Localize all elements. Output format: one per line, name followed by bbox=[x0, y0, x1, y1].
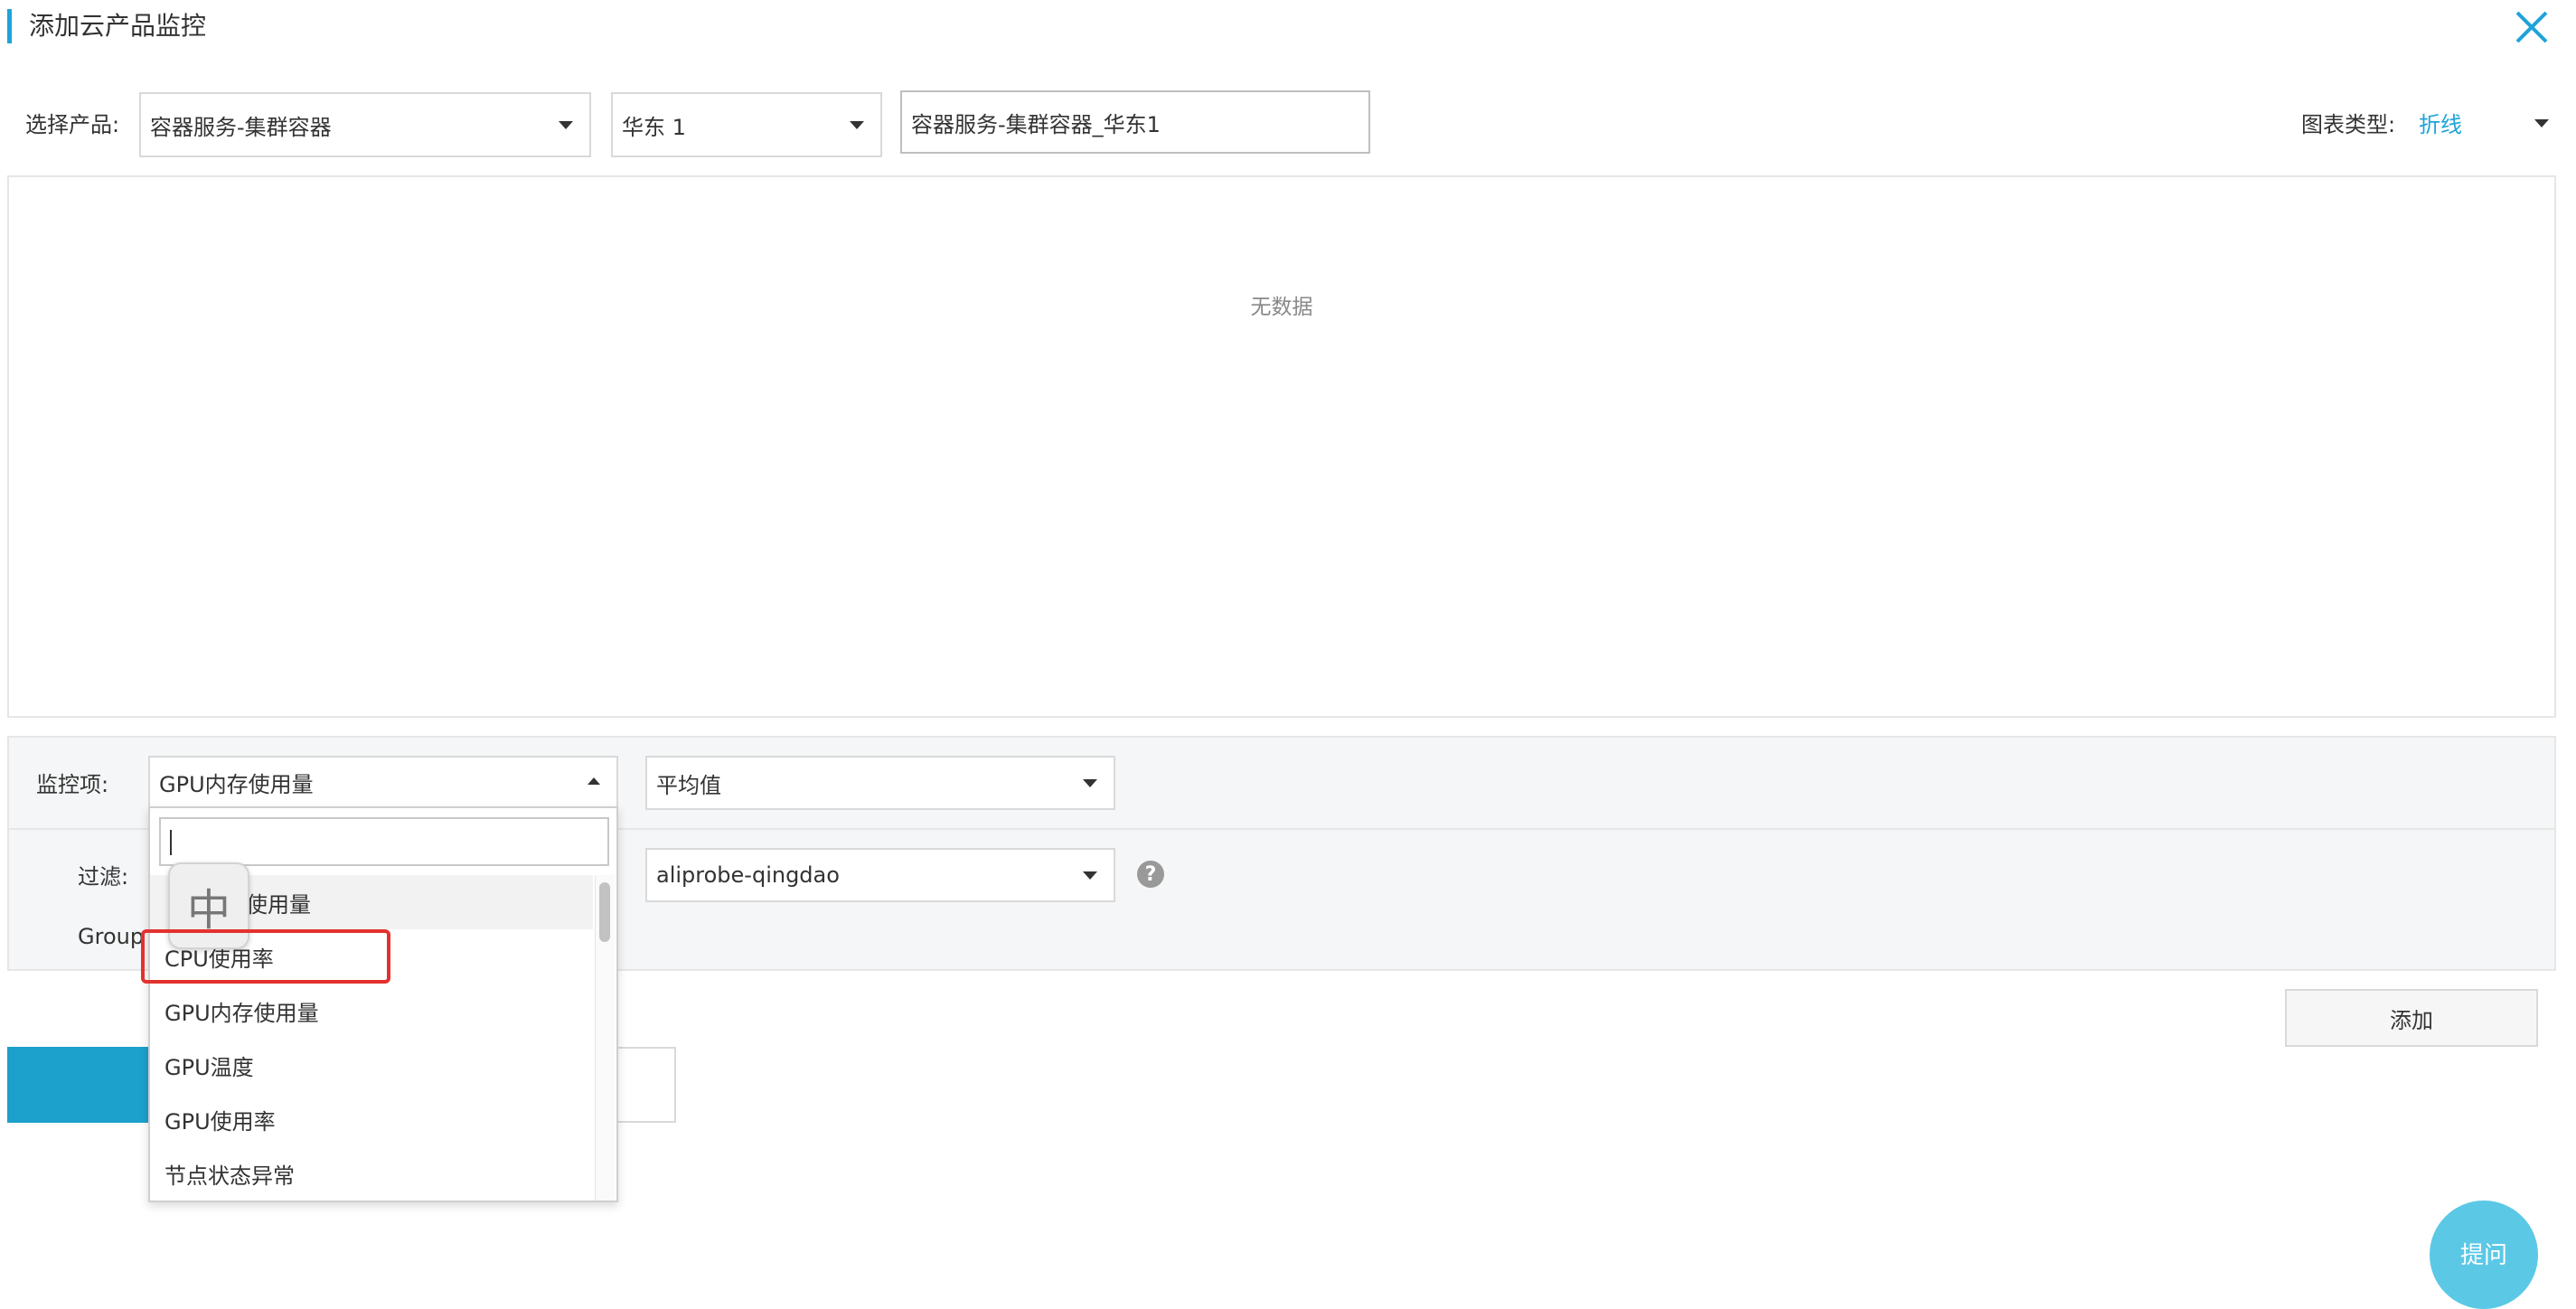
title-accent-bar bbox=[7, 9, 12, 43]
chart-type-label: 图表类型: bbox=[2301, 112, 2396, 137]
chart-type-select[interactable]: 折线 bbox=[2419, 107, 2554, 139]
aggregate-select-value: 平均值 bbox=[656, 772, 721, 798]
filter-select-value: aliprobe-qingdao bbox=[656, 862, 840, 888]
filter-select[interactable]: aliprobe-qingdao bbox=[645, 848, 1115, 902]
no-data-text: 无数据 bbox=[1250, 296, 1313, 319]
dropdown-item-label: 节点状态异常 bbox=[165, 1163, 295, 1189]
group-label: Group bbox=[78, 924, 145, 949]
dropdown-item-node-status-abnormal[interactable]: 节点状态异常 bbox=[150, 1146, 593, 1201]
region-select[interactable]: 华东 1 bbox=[611, 92, 882, 157]
chart-name-input-value: 容器服务-集群容器_华东1 bbox=[911, 111, 1161, 137]
dropdown-item-label: GPU内存使用量 bbox=[165, 1000, 319, 1026]
dropdown-item-gpu-usage-rate[interactable]: GPU使用率 bbox=[150, 1092, 593, 1146]
dropdown-item-gpu-temperature[interactable]: GPU温度 bbox=[150, 1038, 593, 1092]
chevron-down-icon bbox=[1083, 871, 1097, 880]
dropdown-scrollbar-thumb[interactable] bbox=[599, 882, 610, 942]
chevron-down-icon bbox=[2534, 119, 2549, 127]
ask-question-button[interactable]: 提问 bbox=[2430, 1201, 2538, 1309]
aggregate-select[interactable]: 平均值 bbox=[645, 756, 1115, 810]
metric-label: 监控项: bbox=[36, 772, 109, 797]
text-cursor bbox=[170, 830, 172, 855]
product-select[interactable]: 容器服务-集群容器 bbox=[139, 92, 591, 157]
highlight-box bbox=[141, 929, 390, 984]
product-label: 选择产品: bbox=[25, 112, 120, 137]
dialog-title: 添加云产品监控 bbox=[29, 11, 207, 41]
dropdown-item-label: 使用量 bbox=[246, 891, 311, 918]
chevron-down-icon bbox=[1083, 779, 1097, 787]
filter-label: 过滤: bbox=[78, 864, 129, 890]
region-select-value: 华东 1 bbox=[622, 114, 686, 140]
close-icon[interactable] bbox=[2508, 4, 2555, 51]
chevron-down-icon bbox=[850, 121, 864, 129]
dropdown-search-input[interactable] bbox=[159, 817, 609, 866]
dropdown-item-label: GPU使用率 bbox=[165, 1108, 276, 1135]
chart-type-value: 折线 bbox=[2419, 112, 2462, 137]
dropdown-item-gpu-memory-usage[interactable]: GPU内存使用量 bbox=[150, 984, 593, 1038]
metric-select[interactable]: GPU内存使用量 bbox=[148, 756, 618, 808]
chart-preview-area: 无数据 bbox=[7, 175, 2556, 718]
help-icon[interactable]: ? bbox=[1137, 861, 1164, 888]
chevron-up-icon bbox=[588, 777, 600, 785]
chart-name-input[interactable]: 容器服务-集群容器_华东1 bbox=[900, 90, 1370, 154]
product-select-value: 容器服务-集群容器 bbox=[150, 114, 332, 140]
chevron-down-icon bbox=[559, 121, 573, 129]
add-button[interactable]: 添加 bbox=[2285, 989, 2538, 1047]
dropdown-item-label: GPU温度 bbox=[165, 1054, 254, 1080]
metric-select-value: GPU内存使用量 bbox=[159, 771, 314, 797]
